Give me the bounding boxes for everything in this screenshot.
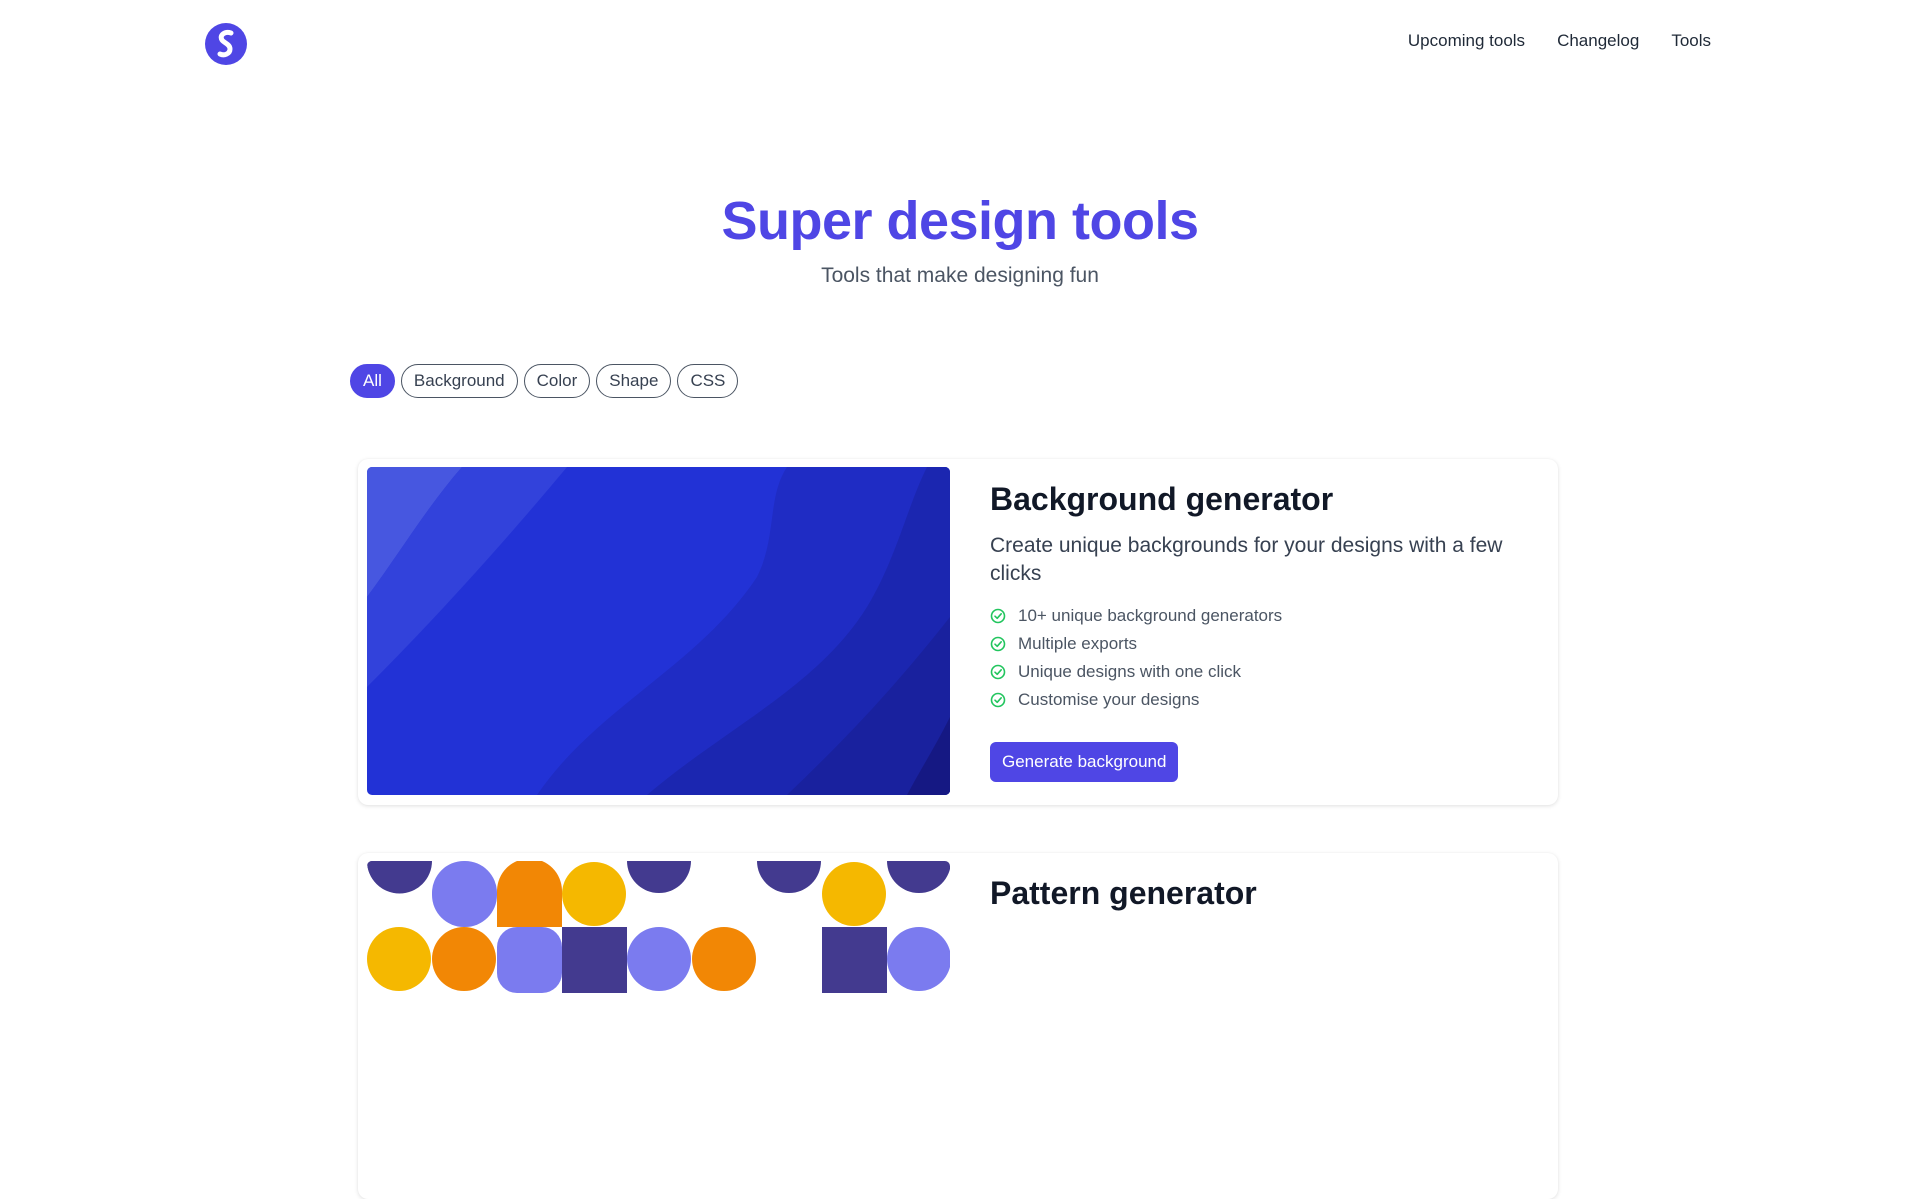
hero: Super design tools Tools that make desig… [0, 190, 1920, 288]
card-body: Pattern generator [990, 875, 1530, 912]
nav-link-changelog[interactable]: Changelog [1557, 31, 1639, 51]
tool-card-background-generator: Background generator Create unique backg… [358, 459, 1558, 805]
feature-list: 10+ unique background generators Multipl… [990, 602, 1530, 714]
nav-link-tools[interactable]: Tools [1671, 31, 1711, 51]
feature-text: Unique designs with one click [1018, 662, 1242, 681]
filter-chips: All Background Color Shape CSS [350, 364, 739, 398]
navbar: Upcoming tools Changelog Tools [0, 0, 1920, 88]
card-description: Create unique backgrounds for your desig… [990, 534, 1503, 585]
background-preview-image[interactable] [367, 467, 950, 795]
feature-item: Customise your designs [990, 686, 1530, 714]
card-title: Background generator [990, 481, 1334, 517]
feature-item: 10+ unique background generators [990, 602, 1530, 630]
logo-icon[interactable] [205, 23, 247, 65]
filter-chip-background[interactable]: Background [400, 364, 518, 398]
feature-text: Customise your designs [1018, 690, 1200, 709]
check-circle-icon [990, 608, 1006, 624]
feature-item: Unique designs with one click [990, 658, 1530, 686]
check-circle-icon [990, 692, 1006, 708]
page-title: Super design tools [721, 191, 1199, 251]
nav-links: Upcoming tools Changelog Tools [1408, 31, 1711, 51]
check-circle-icon [990, 664, 1006, 680]
tool-card-pattern-generator: Pattern generator [358, 853, 1558, 1199]
card-body: Background generator Create unique backg… [990, 481, 1530, 782]
pattern-preview-image[interactable] [367, 861, 950, 1189]
generate-background-button[interactable]: Generate background [990, 742, 1179, 782]
page-subtitle: Tools that make designing fun [821, 264, 1099, 287]
feature-item: Multiple exports [990, 630, 1530, 658]
card-title: Pattern generator [990, 875, 1257, 911]
nav-link-upcoming-tools[interactable]: Upcoming tools [1408, 31, 1525, 51]
check-circle-icon [990, 636, 1006, 652]
feature-text: Multiple exports [1018, 634, 1138, 653]
feature-text: 10+ unique background generators [1018, 606, 1283, 625]
filter-chip-css[interactable]: CSS [677, 364, 739, 398]
filter-chip-shape[interactable]: Shape [596, 364, 672, 398]
filter-chip-all[interactable]: All [350, 364, 395, 398]
filter-chip-color[interactable]: Color [523, 364, 591, 398]
